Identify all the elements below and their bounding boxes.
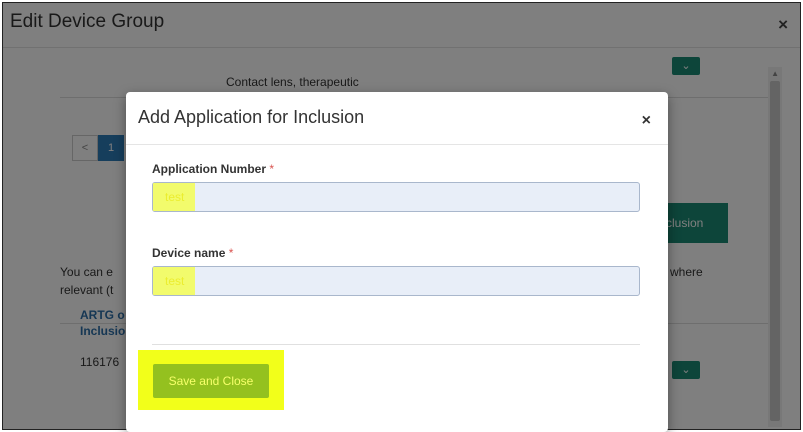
application-number-label: Application Number * <box>152 162 274 176</box>
save-and-close-button[interactable]: Save and Close <box>153 364 269 398</box>
device-name-label-text: Device name <box>152 246 226 260</box>
application-number-label-text: Application Number <box>152 162 267 176</box>
modal-header: Add Application for Inclusion × <box>126 92 668 145</box>
add-application-modal: Add Application for Inclusion × Applicat… <box>126 92 668 432</box>
device-name-label: Device name * <box>152 246 233 260</box>
modal-title: Add Application for Inclusion <box>138 107 365 127</box>
modal-divider <box>152 344 640 345</box>
application-number-input[interactable] <box>152 182 640 212</box>
required-marker: * <box>269 162 275 176</box>
required-marker: * <box>228 246 234 260</box>
device-name-input[interactable] <box>152 266 640 296</box>
close-icon[interactable]: × <box>642 112 651 130</box>
